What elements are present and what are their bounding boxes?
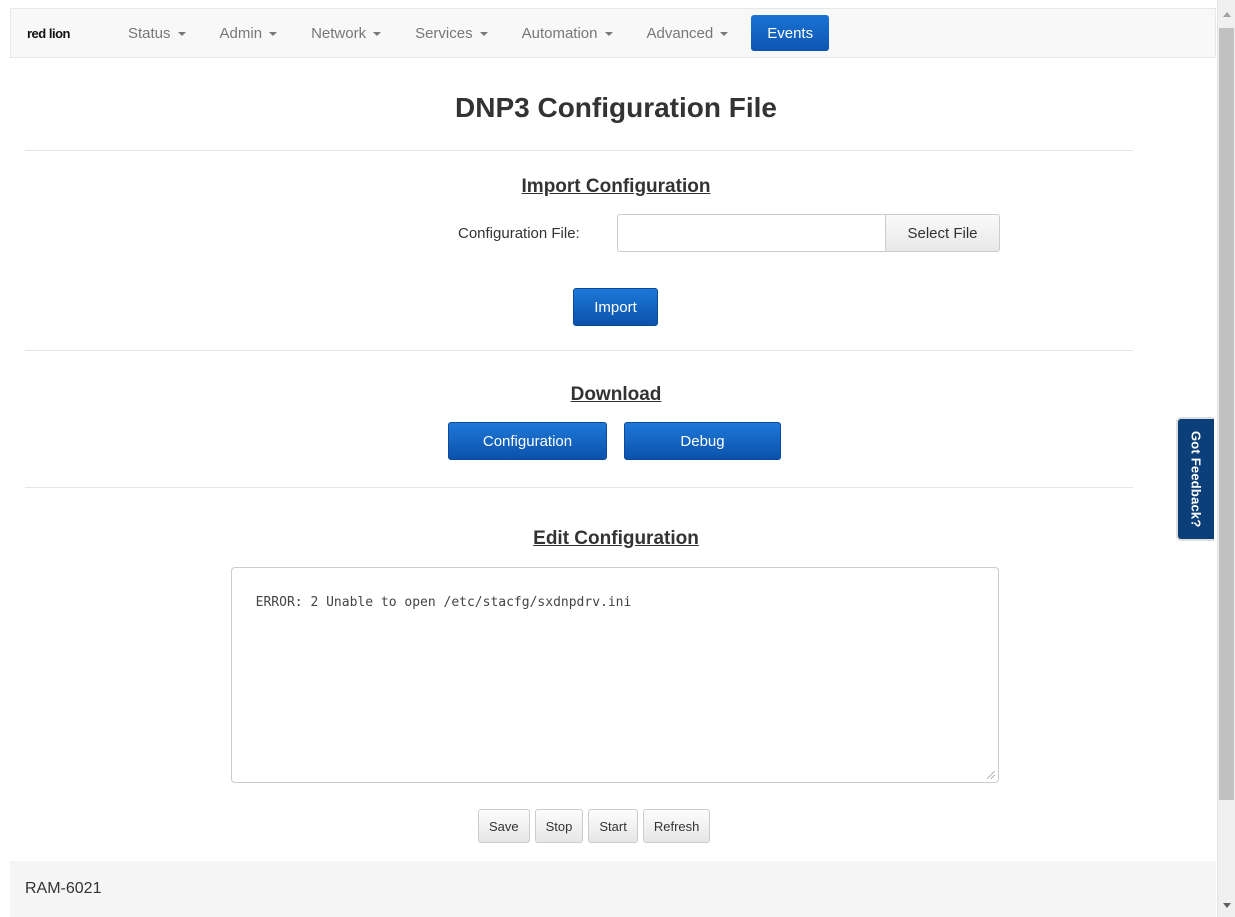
feedback-label: Got Feedback? — [1188, 430, 1204, 528]
stop-button[interactable]: Stop — [534, 809, 584, 843]
caret-down-icon — [479, 31, 488, 36]
nav-status-label: Status — [128, 24, 171, 42]
scroll-up-arrow-icon[interactable] — [1223, 12, 1231, 17]
footer: RAM-6021 — [10, 861, 1216, 917]
nav-network-menu[interactable]: Network — [294, 8, 398, 58]
editor-actions: Save Stop Start Refresh — [478, 809, 711, 843]
divider — [25, 487, 1133, 488]
caret-down-icon — [604, 31, 613, 36]
edit-section-title: Edit Configuration — [533, 528, 699, 549]
config-file-input[interactable] — [617, 214, 885, 252]
config-editor-textarea[interactable]: ERROR: 2 Unable to open /etc/stacfg/sxdn… — [231, 567, 999, 783]
nav-automation-label: Automation — [521, 24, 598, 42]
nav-advanced-label: Advanced — [646, 24, 714, 42]
nav-network-label: Network — [311, 24, 367, 42]
caret-down-icon — [373, 31, 382, 36]
config-editor-content: ERROR: 2 Unable to open /etc/stacfg/sxdn… — [255, 595, 632, 610]
nav-automation-menu[interactable]: Automation — [505, 8, 630, 58]
scroll-thumb[interactable] — [1219, 28, 1234, 800]
divider — [25, 150, 1133, 151]
download-debug-button[interactable]: Debug — [624, 422, 781, 460]
config-file-row: Configuration File: Select File — [458, 214, 1000, 252]
nav-status-menu[interactable]: Status — [111, 8, 203, 58]
divider — [25, 350, 1133, 351]
download-configuration-button[interactable]: Configuration — [448, 422, 607, 460]
download-section-title: Download — [570, 384, 662, 405]
scroll-down-arrow-icon[interactable] — [1223, 903, 1231, 908]
import-button[interactable]: Import — [573, 288, 658, 326]
nav-events-button[interactable]: Events — [751, 15, 830, 51]
nav-advanced-menu[interactable]: Advanced — [630, 8, 746, 58]
resize-grip-icon[interactable] — [987, 771, 995, 779]
device-model: RAM-6021 — [25, 880, 102, 897]
red-lion-logo[interactable]: red lion — [27, 26, 89, 41]
import-section-title: Import Configuration — [521, 176, 711, 197]
top-navbar: red lion Status Admin Network Services A… — [10, 8, 1216, 58]
nav-admin-label: Admin — [219, 24, 263, 42]
nav-services-label: Services — [415, 24, 473, 42]
vertical-scrollbar[interactable] — [1217, 0, 1235, 917]
caret-down-icon — [269, 31, 278, 36]
logo-text: red lion — [27, 25, 70, 41]
caret-down-icon — [177, 31, 186, 36]
start-button[interactable]: Start — [588, 809, 638, 843]
select-file-button[interactable]: Select File — [885, 214, 1000, 252]
nav-services-menu[interactable]: Services — [398, 8, 505, 58]
caret-down-icon — [720, 31, 729, 36]
nav-admin-menu[interactable]: Admin — [203, 8, 295, 58]
page-title: DNP3 Configuration File — [455, 92, 777, 123]
config-file-label: Configuration File: — [458, 224, 580, 242]
feedback-tab[interactable]: Got Feedback? — [1176, 417, 1214, 541]
save-button[interactable]: Save — [478, 809, 530, 843]
refresh-button[interactable]: Refresh — [642, 809, 711, 843]
